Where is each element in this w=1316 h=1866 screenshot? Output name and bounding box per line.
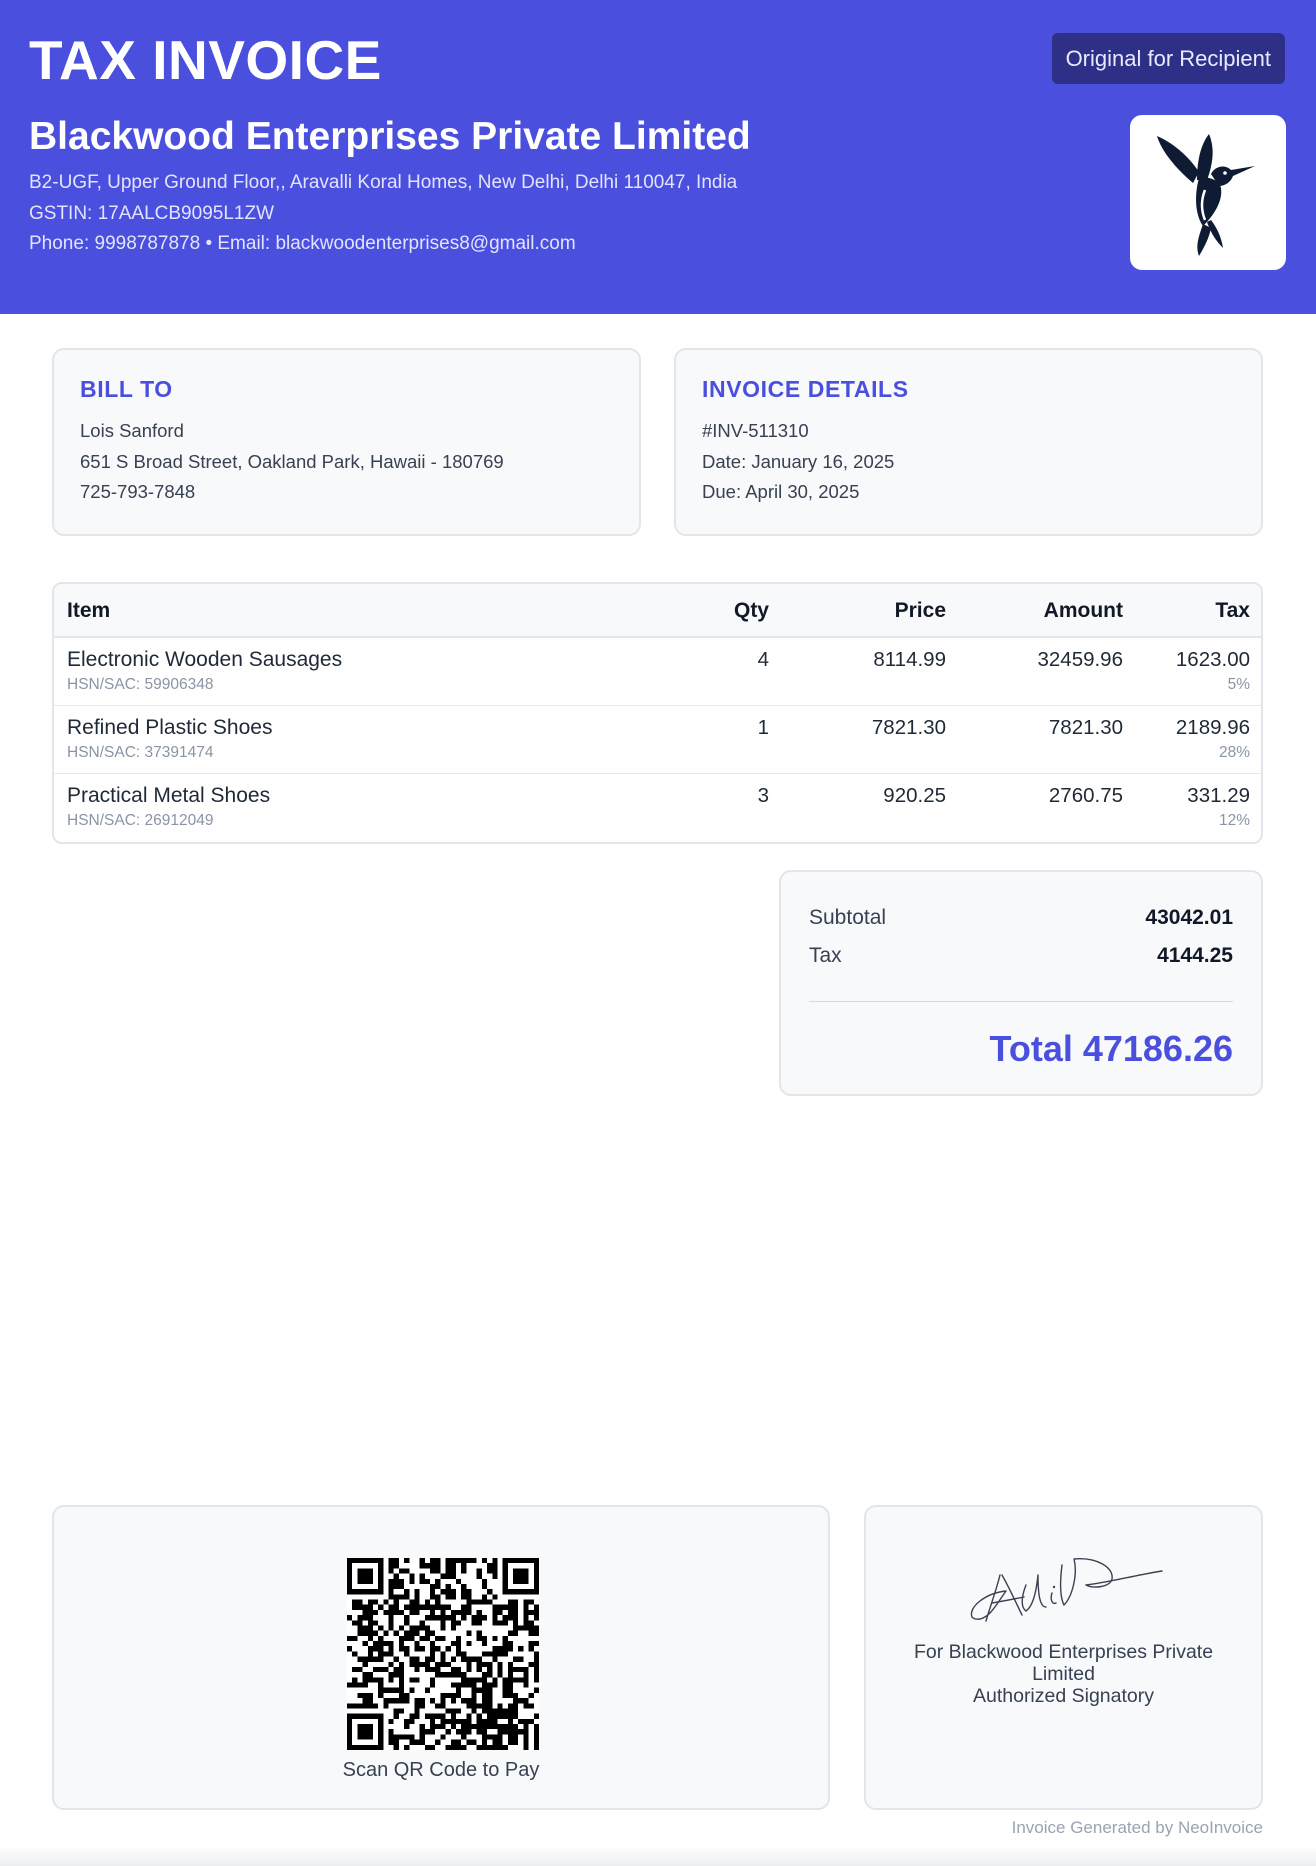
subtotal-value: 43042.01 <box>1145 906 1233 929</box>
item-tax-rate: 28% <box>1218 744 1250 761</box>
signatory-text: For Blackwood Enterprises Private Limite… <box>886 1641 1241 1707</box>
invoice-number: #INV-511310 <box>702 420 809 441</box>
copy-type-badge: Original for Recipient <box>1051 33 1285 84</box>
tax-label: Tax <box>809 944 842 967</box>
customer-address: 651 S Broad Street, Oakland Park, Hawaii… <box>80 450 504 472</box>
tax-value: 4144.25 <box>1157 944 1233 967</box>
bill-to-heading: BILL TO <box>80 376 173 402</box>
company-info: B2-UGF, Upper Ground Floor,, Aravalli Ko… <box>29 168 737 260</box>
item-amount: 7821.30 <box>1048 716 1123 739</box>
totals-card: Subtotal 43042.01 Tax 4144.25 Total 4718… <box>779 870 1263 1096</box>
item-tax: 331.29 <box>1187 784 1250 807</box>
company-name: Blackwood Enterprises Private Limited <box>29 115 751 158</box>
item-amount: 2760.75 <box>1048 784 1123 807</box>
item-name: Refined Plastic Shoes <box>67 716 273 739</box>
grand-total: Total 47186.26 <box>989 1028 1233 1069</box>
item-tax-rate: 12% <box>1218 812 1250 829</box>
hummingbird-logo-icon <box>1157 133 1255 256</box>
invoice-header: TAX INVOICE Original for Recipient Black… <box>0 0 1316 314</box>
item-tax: 2189.96 <box>1175 716 1250 739</box>
header-item: Item <box>67 599 111 622</box>
document-title: TAX INVOICE <box>29 29 382 91</box>
company-gstin: GSTIN: 17AALCB9095L1ZW <box>29 202 274 224</box>
invoice-details-card: INVOICE DETAILS #INV-511310 Date: Januar… <box>674 348 1263 536</box>
invoice-due-date: Due: April 30, 2025 <box>702 481 860 502</box>
item-hsn: HSN/SAC: 26912049 <box>67 812 214 829</box>
items-table: Item Qty Price Amount Tax Electronic Woo… <box>52 582 1263 844</box>
header-tax: Tax <box>1215 599 1250 622</box>
invoice-details-lines: #INV-511310 Date: January 16, 2025 Due: … <box>702 416 894 508</box>
signature-card: For Blackwood Enterprises Private Limite… <box>864 1505 1263 1810</box>
header-qty: Qty <box>733 599 769 622</box>
item-hsn: HSN/SAC: 37391474 <box>67 744 214 761</box>
item-price: 920.25 <box>883 784 946 807</box>
qr-code-icon[interactable] <box>347 1558 539 1750</box>
qr-caption: Scan QR Code to Pay <box>342 1759 540 1781</box>
subtotal-label: Subtotal <box>809 906 887 929</box>
signature-icon <box>970 1558 1163 1622</box>
signatory-title: Authorized Signatory <box>972 1685 1155 1707</box>
table-row: Practical Metal Shoes HSN/SAC: 26912049 … <box>54 774 1261 842</box>
item-amount: 32459.96 <box>1037 648 1123 671</box>
item-price: 7821.30 <box>871 716 946 739</box>
header-price: Price <box>894 599 946 622</box>
item-hsn: HSN/SAC: 59906348 <box>67 676 214 693</box>
header-amount: Amount <box>1043 599 1123 622</box>
invoice-details-heading: INVOICE DETAILS <box>702 376 909 402</box>
totals-divider <box>809 1001 1233 1002</box>
item-price: 8114.99 <box>873 648 946 671</box>
invoice-date: Date: January 16, 2025 <box>702 450 895 472</box>
customer-name: Lois Sanford <box>80 420 184 441</box>
item-tax: 1623.00 <box>1175 648 1250 671</box>
table-header: Item Qty Price Amount Tax <box>54 584 1261 638</box>
bill-to-card: BILL TO Lois Sanford 651 S Broad Street,… <box>52 348 641 536</box>
customer-phone: 725-793-7848 <box>80 481 196 502</box>
item-qty: 3 <box>757 784 769 807</box>
signatory-company: For Blackwood Enterprises Private Limite… <box>913 1641 1214 1685</box>
table-row: Electronic Wooden Sausages HSN/SAC: 5990… <box>54 638 1261 706</box>
item-qty: 4 <box>757 648 769 671</box>
table-row: Refined Plastic Shoes HSN/SAC: 37391474 … <box>54 706 1261 774</box>
company-logo <box>1130 115 1286 270</box>
payment-qr-card: Scan QR Code to Pay <box>52 1505 830 1810</box>
item-name: Practical Metal Shoes <box>67 784 271 807</box>
generated-by-note: Invoice Generated by NeoInvoice <box>1011 1818 1263 1837</box>
bill-to-lines: Lois Sanford 651 S Broad Street, Oakland… <box>80 416 504 508</box>
company-address: B2-UGF, Upper Ground Floor,, Aravalli Ko… <box>29 172 738 193</box>
item-qty: 1 <box>757 716 769 739</box>
item-name: Electronic Wooden Sausages <box>67 648 343 671</box>
company-contact: Phone: 9998787878 • Email: blackwoodente… <box>29 233 576 254</box>
item-tax-rate: 5% <box>1227 676 1250 693</box>
page-bottom-edge <box>0 1846 1316 1866</box>
